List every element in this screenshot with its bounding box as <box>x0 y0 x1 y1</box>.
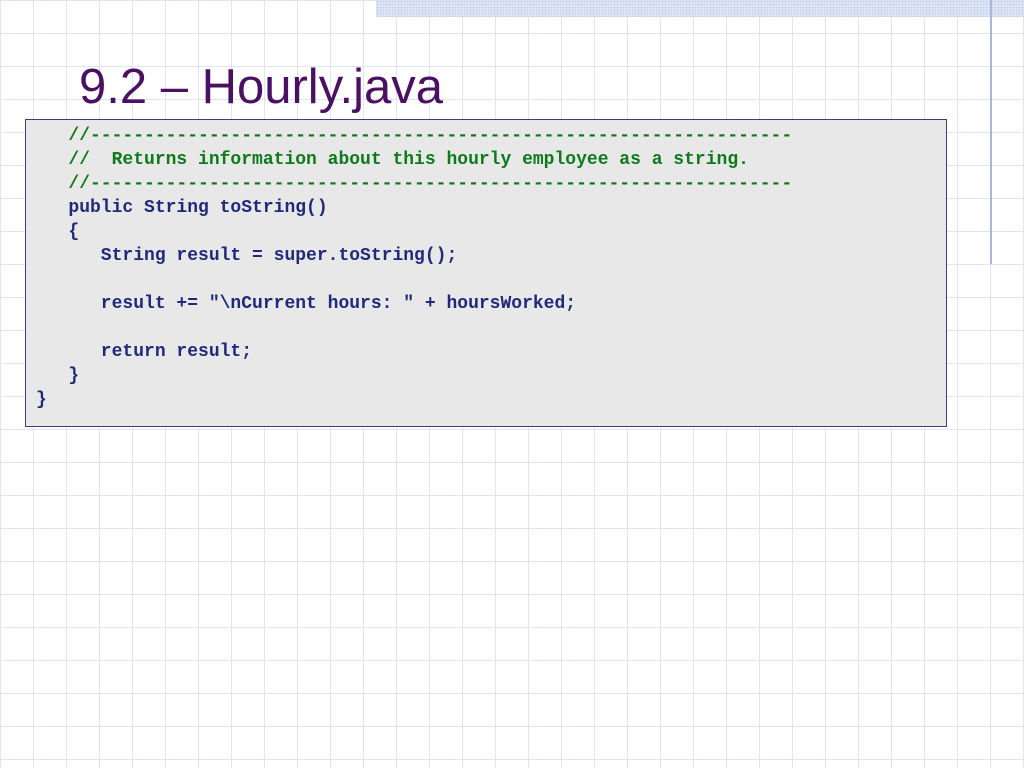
code-line-method-close-brace: } <box>36 366 80 386</box>
code-line-comment-rule: //--------------------------------------… <box>36 126 793 146</box>
code-line-open-brace: { <box>36 222 80 242</box>
side-decorative-rule <box>990 0 992 264</box>
code-line-method-signature: public String toString() <box>36 198 328 218</box>
code-listing: //--------------------------------------… <box>36 124 792 412</box>
code-line-return: return result; <box>36 342 253 362</box>
code-line-result-append: result += "\nCurrent hours: " + hoursWor… <box>36 294 577 314</box>
code-line-result-declaration: String result = super.toString(); <box>36 246 458 266</box>
top-decorative-bar <box>376 0 1024 17</box>
code-line-class-close-brace: } <box>36 390 47 410</box>
code-block: //--------------------------------------… <box>25 119 947 427</box>
slide-title: 9.2 – Hourly.java <box>79 60 444 114</box>
code-line-comment-rule: //--------------------------------------… <box>36 174 793 194</box>
code-line-comment-description: // Returns information about this hourly… <box>36 150 749 170</box>
